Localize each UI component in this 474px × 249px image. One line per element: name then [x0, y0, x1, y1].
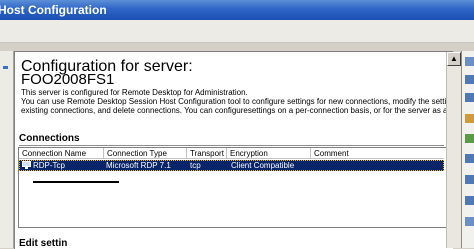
actions-pane-edge[interactable]	[461, 51, 474, 248]
connections-heading: Connections	[19, 133, 80, 144]
column-header-comment[interactable]: Comment	[311, 148, 444, 159]
description-line-2: You can use Remote Desktop Session Host …	[21, 97, 469, 106]
actions-item-icon[interactable]	[465, 93, 474, 102]
actions-item-icon[interactable]	[465, 175, 474, 184]
rdp-connection-icon	[22, 161, 31, 169]
actions-item-icon[interactable]	[465, 114, 474, 123]
redaction-line	[33, 181, 119, 183]
actions-item-icon[interactable]	[465, 57, 474, 66]
window-title: Host Configuration	[0, 3, 107, 17]
column-header-encryption[interactable]: Encryption	[227, 148, 311, 159]
actions-item-icon[interactable]	[465, 134, 474, 143]
cell-connection-type: Microsoft RDP 7.1	[106, 161, 171, 170]
section-divider	[19, 145, 444, 146]
left-pane-edge[interactable]	[0, 51, 14, 248]
cell-connection-name: RDP-Tcp	[33, 161, 66, 170]
server-name: FOO2008FS1	[21, 71, 115, 88]
description-line-1: This server is configured for Remote Des…	[21, 88, 248, 97]
window-titlebar[interactable]: Host Configuration	[0, 0, 474, 20]
actions-item-icon[interactable]	[465, 154, 474, 163]
actions-item-icon[interactable]	[465, 196, 474, 205]
tree-node-icon	[3, 66, 8, 69]
cell-transport: tcp	[190, 161, 201, 170]
cell-encryption: Client Compatible	[231, 161, 295, 170]
column-header-connection-type[interactable]: Connection Type	[104, 148, 187, 159]
gap-strip	[0, 43, 474, 51]
vertical-scrollbar[interactable]: ▲	[446, 52, 461, 248]
actions-item-icon[interactable]	[465, 75, 474, 84]
scroll-up-arrow-icon[interactable]: ▲	[447, 52, 461, 66]
edit-settings-heading: Edit settin	[19, 238, 68, 249]
actions-item-icon[interactable]	[465, 217, 474, 226]
column-header-connection-name[interactable]: Connection Name	[19, 148, 104, 159]
description-line-3: existing connections, and delete connect…	[21, 106, 473, 115]
column-header-transport[interactable]: Transport	[187, 148, 227, 159]
toolbar-strip	[0, 20, 474, 43]
